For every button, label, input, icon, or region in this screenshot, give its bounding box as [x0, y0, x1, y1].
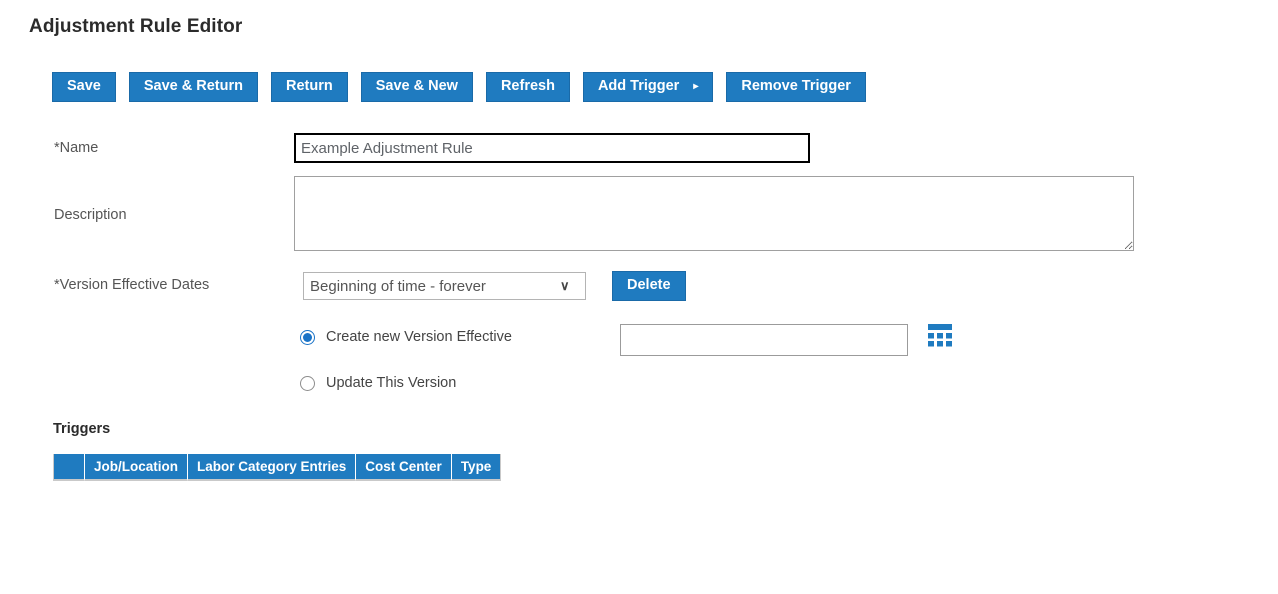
triggers-col-type[interactable]: Type: [452, 454, 502, 481]
name-input[interactable]: [294, 133, 810, 163]
description-input[interactable]: [294, 176, 1134, 251]
triggers-table: Job/LocationLabor Category EntriesCost C…: [53, 454, 501, 481]
create-new-version-label: Create new Version Effective: [326, 329, 512, 345]
caret-right-icon: ▸: [693, 82, 698, 92]
triggers-col-select-all[interactable]: [53, 454, 85, 481]
create-new-version-radio[interactable]: [300, 330, 315, 345]
version-effective-dates-select[interactable]: Beginning of time - forever: [303, 272, 586, 300]
adjustment-rule-editor-page: Adjustment Rule Editor Save Save & Return…: [0, 0, 1278, 594]
save-button[interactable]: Save: [52, 72, 116, 102]
update-this-version-radio[interactable]: [300, 376, 315, 391]
triggers-table-header-row: Job/LocationLabor Category EntriesCost C…: [53, 454, 501, 481]
editor-toolbar: Save Save & Return Return Save & New Refresh…: [52, 72, 866, 102]
effective-date-input[interactable]: [620, 324, 908, 356]
triggers-section-label: Triggers: [53, 421, 110, 437]
button-label: Remove Trigger: [741, 79, 851, 94]
button-label: Save: [67, 79, 101, 94]
refresh-button[interactable]: Refresh: [486, 72, 570, 102]
create-new-version-row[interactable]: Create new Version Effective: [300, 329, 512, 345]
update-this-version-row[interactable]: Update This Version: [300, 375, 456, 391]
button-label: Return: [286, 79, 333, 94]
return-button[interactable]: Return: [271, 72, 348, 102]
button-label: Save & New: [376, 79, 458, 94]
button-label: Refresh: [501, 79, 555, 94]
page-title: Adjustment Rule Editor: [29, 16, 242, 38]
update-this-version-label: Update This Version: [326, 375, 456, 391]
button-label: Save & Return: [144, 79, 243, 94]
remove-trigger-button[interactable]: Remove Trigger: [726, 72, 866, 102]
triggers-col-cost-center[interactable]: Cost Center: [356, 454, 452, 481]
name-label: *Name: [54, 140, 98, 156]
triggers-col-job-location[interactable]: Job/Location: [85, 454, 188, 481]
calendar-icon[interactable]: [927, 324, 953, 348]
description-label: Description: [54, 207, 127, 223]
delete-version-button[interactable]: Delete: [612, 271, 686, 301]
button-label: Add Trigger: [598, 79, 679, 94]
version-effective-dates-label: *Version Effective Dates: [54, 277, 209, 293]
add-trigger-button[interactable]: Add Trigger ▸: [583, 72, 713, 102]
save-and-new-button[interactable]: Save & New: [361, 72, 473, 102]
save-and-return-button[interactable]: Save & Return: [129, 72, 258, 102]
triggers-col-labor-category-entries[interactable]: Labor Category Entries: [188, 454, 356, 481]
